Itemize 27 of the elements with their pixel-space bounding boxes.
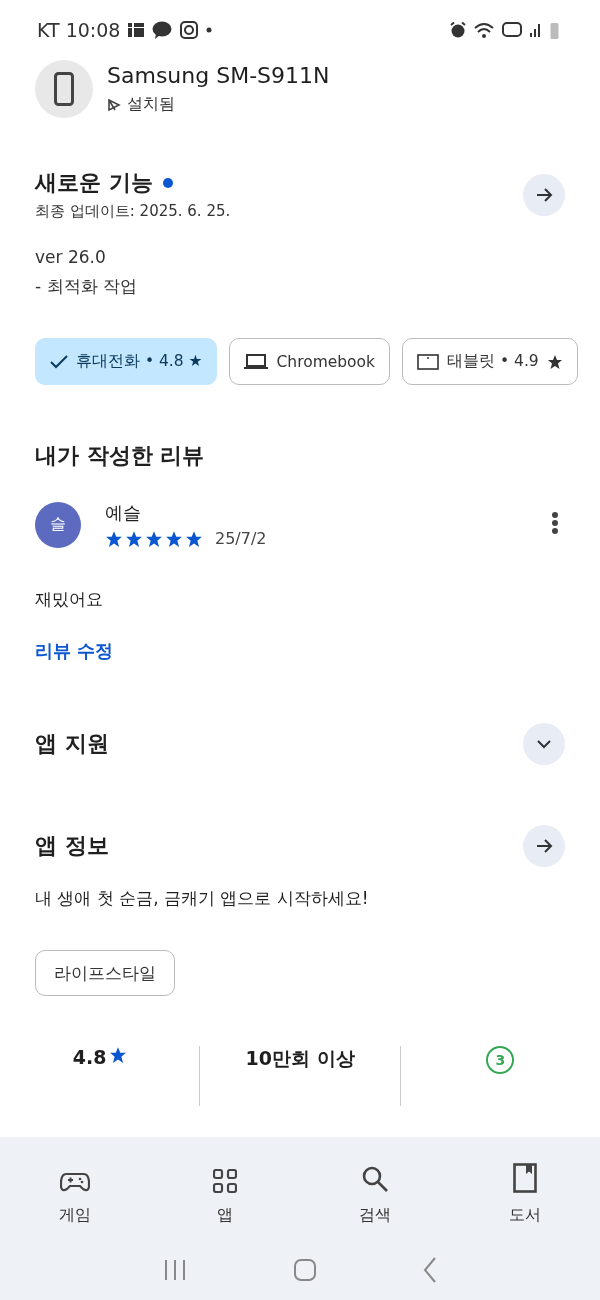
- device-chip[interactable]: 태블릿 • 4.9: [402, 338, 578, 385]
- section-title: 앱 정보: [35, 832, 109, 860]
- nav-tab[interactable]: 게임: [25, 1153, 125, 1227]
- nav-tab[interactable]: 도서: [475, 1153, 575, 1227]
- review-date: 25/7/2: [215, 529, 267, 548]
- avatar: 슬: [35, 501, 81, 548]
- section-title: 새로운 기능: [35, 169, 153, 197]
- app-description: 내 생애 첫 순금, 금캐기 앱으로 시작하세요!: [35, 887, 370, 910]
- update-date: 최종 업데이트: 2025. 6. 25.: [35, 202, 231, 221]
- review-text: 재밌어요: [35, 588, 104, 611]
- status-time: KT 10:08: [37, 19, 121, 41]
- release-note: - 최적화 작업: [35, 275, 138, 298]
- nav-tab[interactable]: 앱: [175, 1153, 275, 1227]
- nav-tab[interactable]: 검색: [325, 1153, 425, 1227]
- section-title: 앱 지원: [35, 730, 109, 758]
- category-chip[interactable]: 라이프스타일: [35, 950, 175, 996]
- age-rating-badge: 3: [486, 1046, 515, 1074]
- rating-value: 4.8: [72, 1046, 107, 1068]
- review-author: 예슬: [105, 501, 142, 525]
- section-title: 내가 작성한 리뷰: [35, 442, 206, 470]
- device-chip[interactable]: 휴대전화 • 4.8 ★: [35, 338, 218, 385]
- edit-review-link[interactable]: 리뷰 수정: [35, 639, 114, 663]
- device-chip[interactable]: Chromebook: [229, 338, 391, 385]
- device-title: Samsung SM-S911N: [107, 63, 330, 88]
- install-status: 설치됨: [127, 94, 175, 115]
- download-count: 10만회 이상: [245, 1046, 355, 1071]
- release-note: ver 26.0: [35, 247, 107, 267]
